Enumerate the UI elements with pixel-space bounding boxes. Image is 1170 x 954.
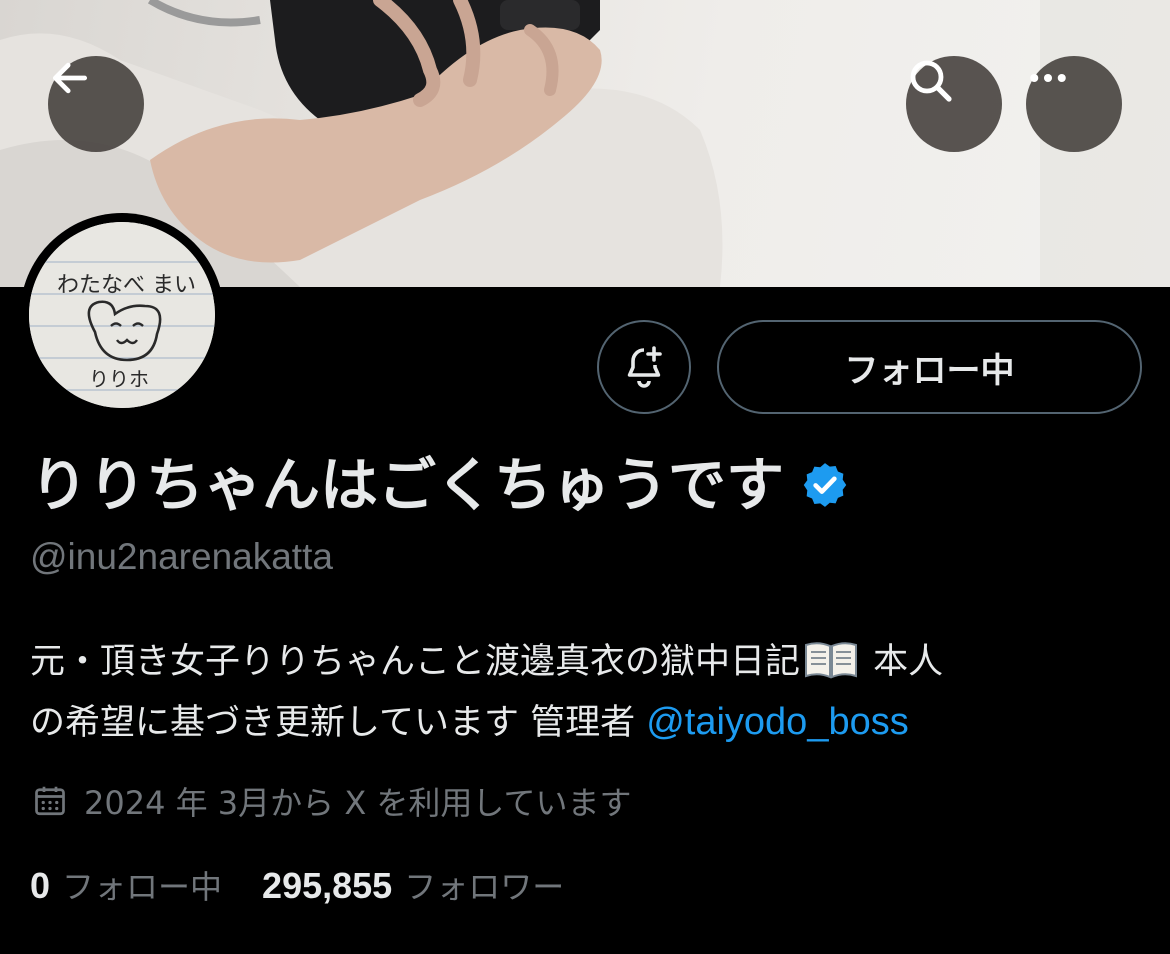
calendar-icon xyxy=(35,786,65,816)
bell-plus-icon xyxy=(627,346,662,388)
followers-count: 295,855 xyxy=(262,865,393,906)
avatar[interactable]: わたなべ まい りりホ xyxy=(20,213,224,417)
display-name: りりちゃんはごくちゅうです xyxy=(30,450,850,520)
following-button[interactable]: フォロー中 xyxy=(717,320,1142,414)
more-button[interactable] xyxy=(1026,56,1122,152)
svg-text:りりホ: りりホ xyxy=(89,367,149,391)
bio-text-1: 元・頂き女子りりちゃんこと渡邊真衣の獄中日記 xyxy=(30,642,801,682)
follow-stats: 0 フォロー中 295,855 フォロワー xyxy=(30,862,564,908)
joined-date: 2024 年 3月から X を利用しています xyxy=(32,778,631,824)
following-label: フォロー中 xyxy=(62,868,223,906)
handle: @inu2narenakatta xyxy=(30,536,333,577)
avatar-drawing: わたなべ まい りりホ xyxy=(29,222,215,408)
following-button-label: フォロー中 xyxy=(844,350,1015,391)
bio: 元・頂き女子りりちゃんこと渡邊真衣の獄中日記 本人 の希望に基づき更新しています… xyxy=(30,632,1140,753)
more-horizontal-icon xyxy=(1030,73,1066,83)
open-book-icon xyxy=(805,642,858,679)
following-count: 0 xyxy=(30,865,51,906)
notifications-button[interactable] xyxy=(597,320,691,414)
joined-text: 2024 年 3月から X を利用しています xyxy=(84,784,632,822)
bio-line-1: 元・頂き女子りりちゃんこと渡邊真衣の獄中日記 本人 xyxy=(30,632,1140,692)
back-button[interactable] xyxy=(48,56,144,152)
search-icon xyxy=(910,60,952,102)
bio-line-2: の希望に基づき更新しています 管理者 @taiyodo_boss xyxy=(30,692,1140,753)
bio-mention-link[interactable]: @taiyodo_boss xyxy=(646,701,909,743)
bio-text-2: の希望に基づき更新しています 管理者 xyxy=(30,703,647,743)
followers-stat[interactable]: 295,855 フォロワー xyxy=(262,862,564,908)
search-button[interactable] xyxy=(906,56,1002,152)
followers-label: フォロワー xyxy=(404,868,565,906)
svg-text:わたなべ まい: わたなべ まい xyxy=(57,273,196,298)
display-name-text: りりちゃんはごくちゅうです xyxy=(30,451,785,519)
bio-text-1b: 本人 xyxy=(862,642,944,682)
verified-badge-icon[interactable] xyxy=(800,460,850,510)
arrow-left-icon xyxy=(52,62,88,94)
following-stat[interactable]: 0 フォロー中 xyxy=(30,862,222,908)
